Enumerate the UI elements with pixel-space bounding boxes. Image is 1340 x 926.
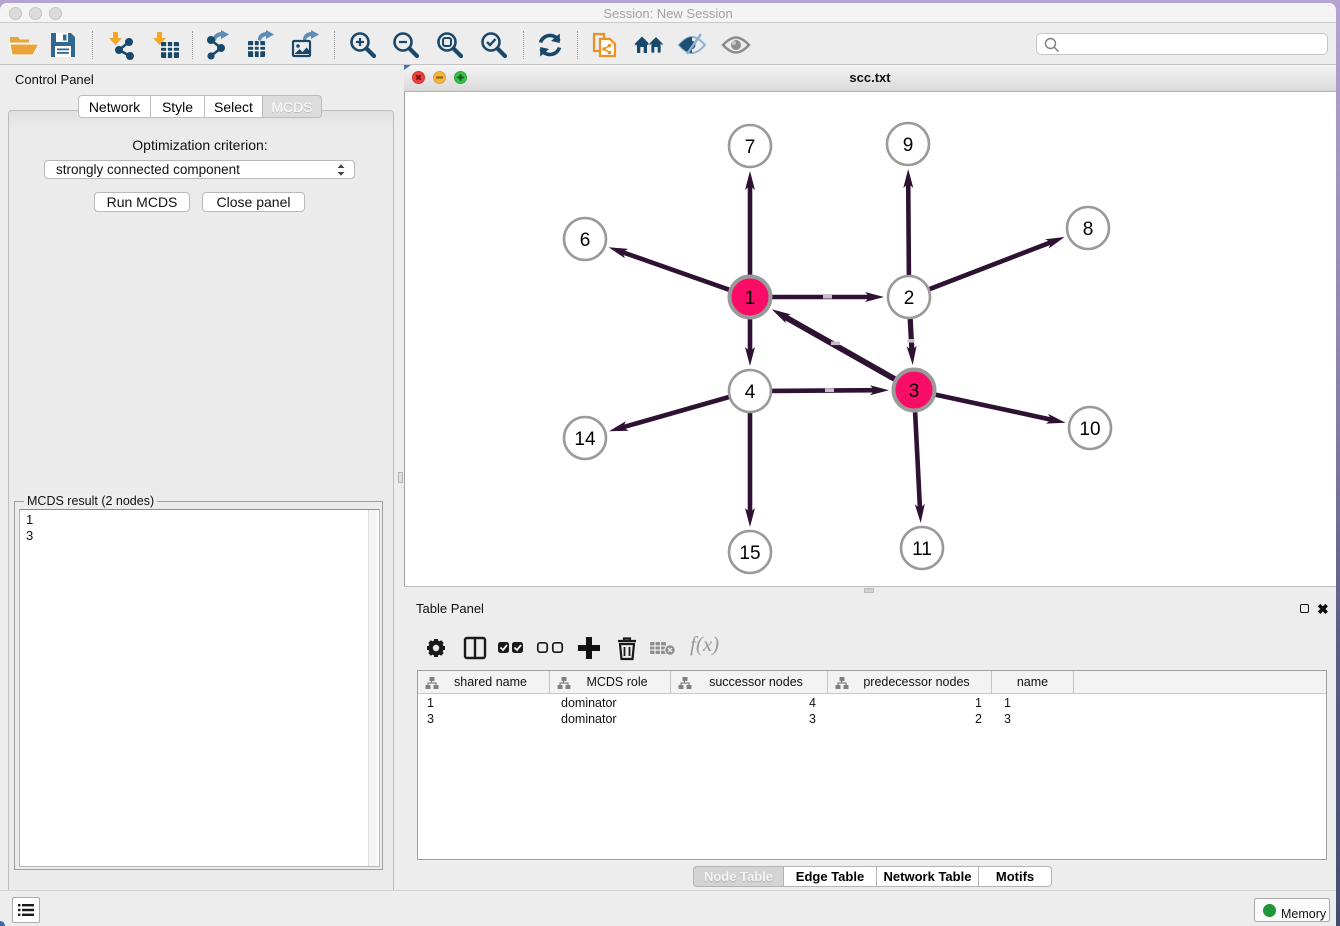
svg-text:6: 6 [580,230,591,251]
svg-text:3: 3 [909,381,920,402]
svg-text:14: 14 [574,429,596,450]
svg-text:9: 9 [903,135,914,156]
svg-text:11: 11 [912,539,932,560]
svg-text:2: 2 [904,288,915,309]
svg-text:1: 1 [745,288,756,309]
svg-text:10: 10 [1079,419,1100,440]
svg-text:8: 8 [1083,219,1094,240]
svg-text:15: 15 [739,543,760,564]
svg-text:7: 7 [745,137,756,158]
svg-text:4: 4 [745,382,756,403]
